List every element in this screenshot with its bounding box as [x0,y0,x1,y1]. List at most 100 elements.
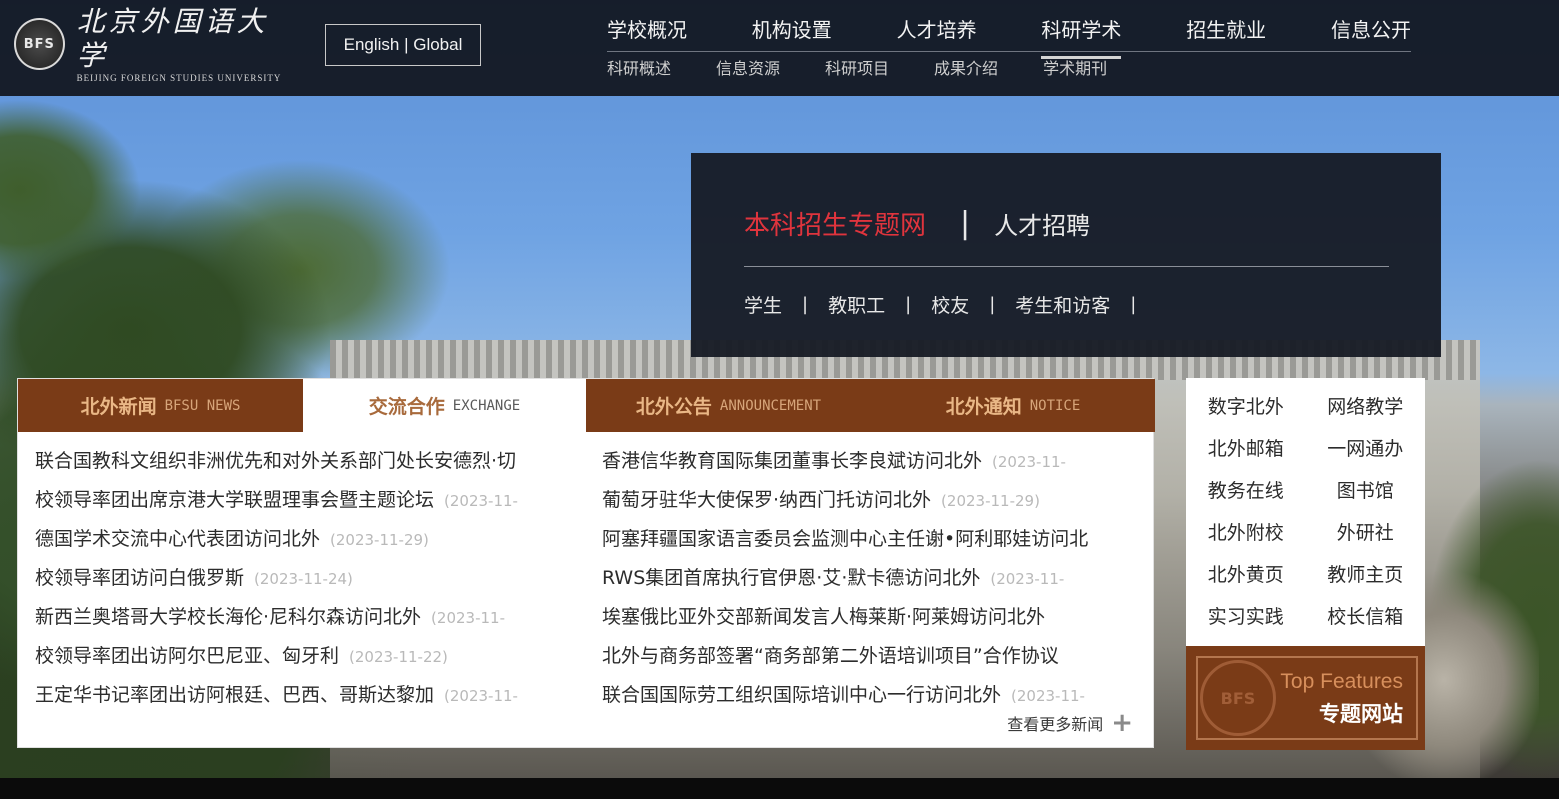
quick-access-box: 本科招生专题网 | 人才招聘 学生 | 教职工 | 校友 | 考生和访客 | [691,153,1441,357]
tab-label-en: EXCHANGE [452,397,521,414]
quick-access-top: 本科招生专题网 | 人才招聘 [744,205,1090,242]
logo-english-name: Beijing Foreign Studies University [76,73,282,83]
link-one-stop-service[interactable]: 一网通办 [1306,428,1426,470]
link-internship[interactable]: 实习实践 [1186,596,1306,638]
news-date: (2023-11-29) [330,531,429,549]
news-title: 联合国教科文组织非洲优先和对外关系部门处长安德烈·切 [35,450,517,472]
link-bfsu-mail[interactable]: 北外邮箱 [1186,428,1306,470]
main-nav: 学校概况 机构设置 人才培养 科研学术 招生就业 信息公开 [607,16,1411,59]
subnav-research-projects[interactable]: 科研项目 [825,58,889,82]
news-item[interactable]: 北外与商务部签署“商务部第二外语培训项目”合作协议 [602,639,1142,678]
news-item[interactable]: 香港信华教育国际集团董事长李良斌访问北外 (2023-11- [602,444,1142,483]
news-title: 葡萄牙驻华大使保罗·纳西门托访问北外 [602,489,932,511]
nav-item-research[interactable]: 科研学术 [1041,16,1122,59]
news-item[interactable]: 葡萄牙驻华大使保罗·纳西门托访问北外 (2023-11-29) [602,483,1142,522]
nav-item-organization[interactable]: 机构设置 [752,16,832,51]
news-title: 校领导率团访问白俄罗斯 [35,567,245,589]
tab-bfsu-news[interactable]: 北外新闻 BFSU NEWS [18,379,303,432]
news-list-left: 联合国教科文组织非洲优先和对外关系部门处长安德烈·切 校领导率团出席京港大学联盟… [35,444,571,717]
features-title-cn: 专题网站 [1319,702,1403,726]
page-bottom-strip [0,778,1559,799]
subnav-academic-journals[interactable]: 学术期刊 [1043,58,1107,82]
tab-notice[interactable]: 北外通知 NOTICE [871,379,1155,432]
top-features-banner[interactable]: BFS Top Features 专题网站 [1186,646,1425,750]
news-item[interactable]: 新西兰奥塔哥大学校长海伦·尼科尔森访问北外 (2023-11- [35,600,571,639]
news-panel: 北外新闻 BFSU NEWS 交流合作 EXCHANGE 北外公告 ANNOUN… [17,378,1155,748]
university-logo[interactable]: BFS 北京外国语大学 Beijing Foreign Studies Univ… [14,5,294,83]
news-title: 联合国国际劳工组织国际培训中心一行访问北外 [602,684,1002,706]
nav-item-public-info[interactable]: 信息公开 [1331,16,1411,51]
undergrad-admission-link[interactable]: 本科招生专题网 [744,205,926,242]
news-title: 香港信华教育国际集团董事长李良斌访问北外 [602,450,983,472]
separator: | [1130,294,1137,315]
news-item[interactable]: 校领导率团访问白俄罗斯 (2023-11-24) [35,561,571,600]
news-list-right: 香港信华教育国际集团董事长李良斌访问北外 (2023-11- 葡萄牙驻华大使保罗·… [602,444,1142,717]
news-title: 新西兰奥塔哥大学校长海伦·尼科尔森访问北外 [35,606,422,628]
news-item[interactable]: 王定华书记率团出访阿根廷、巴西、哥斯达黎加 (2023-11- [35,678,571,717]
audience-alumni[interactable]: 校友 [931,291,969,318]
quick-links-grid: 数字北外 网络教学 北外邮箱 一网通办 教务在线 图书馆 北外附校 外研社 北外… [1186,386,1425,638]
news-title: 北外与商务部签署“商务部第二外语培训项目”合作协议 [602,645,1059,667]
more-news-label: 查看更多新闻 [1007,715,1104,734]
subnav-information-resources[interactable]: 信息资源 [716,58,780,82]
news-date: (2023-11- [444,687,518,705]
link-yellow-pages[interactable]: 北外黄页 [1186,554,1306,596]
audience-students[interactable]: 学生 [744,291,782,318]
link-affiliated-school[interactable]: 北外附校 [1186,512,1306,554]
talent-recruitment-link[interactable]: 人才招聘 [994,206,1090,241]
english-global-button[interactable]: English | Global [325,24,481,66]
news-title: 阿塞拜疆国家语言委员会监测中心主任谢•阿利耶娃访问北 [602,528,1089,550]
news-item[interactable]: 校领导率团出访阿尔巴尼亚、匈牙利 (2023-11-22) [35,639,571,678]
link-digital-bfsu[interactable]: 数字北外 [1186,386,1306,428]
tab-label-en: ANNOUNCEMENT [719,397,822,414]
tab-label-cn: 北外公告 [635,396,712,418]
news-date: (2023-11- [1011,687,1085,705]
tab-announcement[interactable]: 北外公告 ANNOUNCEMENT [586,379,871,432]
quick-links-panel: 数字北外 网络教学 北外邮箱 一网通办 教务在线 图书馆 北外附校 外研社 北外… [1186,378,1425,646]
plus-icon: + [1111,708,1133,738]
news-date: (2023-11- [990,570,1065,588]
news-item[interactable]: 埃塞俄比亚外交部新闻发言人梅莱斯·阿莱姆访问北外 [602,600,1142,639]
news-title: RWS集团首席执行官伊恩·艾·默卡德访问北外 [602,567,981,589]
news-date: (2023-11- [431,609,505,627]
news-item[interactable]: 德国学术交流中心代表团访问北外 (2023-11-29) [35,522,571,561]
link-fltrp[interactable]: 外研社 [1306,512,1426,554]
news-item[interactable]: RWS集团首席执行官伊恩·艾·默卡德访问北外 (2023-11- [602,561,1142,600]
news-title: 王定华书记率团出访阿根廷、巴西、哥斯达黎加 [35,684,435,706]
news-title: 埃塞俄比亚外交部新闻发言人梅莱斯·阿莱姆访问北外 [602,606,1046,628]
tab-label-cn: 交流合作 [368,396,445,418]
audience-staff[interactable]: 教职工 [828,291,885,318]
subnav-achievements[interactable]: 成果介绍 [934,58,998,82]
audience-links: 学生 | 教职工 | 校友 | 考生和访客 | [744,291,1156,318]
news-title: 德国学术交流中心代表团访问北外 [35,528,321,550]
news-title: 校领导率团出席京港大学联盟理事会暨主题论坛 [35,489,435,511]
subnav-research-overview[interactable]: 科研概述 [607,58,671,82]
link-online-teaching[interactable]: 网络教学 [1306,386,1426,428]
separator: | [989,294,996,315]
news-date: (2023-11-22) [349,648,448,666]
news-date: (2023-11- [444,492,518,510]
link-president-mailbox[interactable]: 校长信箱 [1306,596,1426,638]
news-item[interactable]: 校领导率团出席京港大学联盟理事会暨主题论坛 (2023-11- [35,483,571,522]
separator: | [802,294,809,315]
more-news-link[interactable]: 查看更多新闻 + [1007,708,1133,738]
separator: | [905,294,912,315]
university-seal-icon: BFS [1200,660,1276,736]
audience-visitors[interactable]: 考生和访客 [1015,291,1110,318]
research-sub-nav: 科研概述 信息资源 科研项目 成果介绍 学术期刊 [607,58,1152,82]
features-title-en: Top Features [1280,670,1403,693]
news-title: 校领导率团出访阿尔巴尼亚、匈牙利 [35,645,340,667]
tab-label-cn: 北外通知 [945,396,1022,418]
link-library[interactable]: 图书馆 [1306,470,1426,512]
divider-line [744,266,1389,267]
nav-item-education[interactable]: 人才培养 [897,16,977,51]
nav-item-school-overview[interactable]: 学校概况 [607,16,687,51]
news-item[interactable]: 阿塞拜疆国家语言委员会监测中心主任谢•阿利耶娃访问北 [602,522,1142,561]
link-faculty-homepages[interactable]: 教师主页 [1306,554,1426,596]
news-item[interactable]: 联合国教科文组织非洲优先和对外关系部门处长安德烈·切 [35,444,571,483]
logo-chinese-name: 北京外国语大学 [76,5,269,72]
nav-item-admissions-careers[interactable]: 招生就业 [1186,16,1266,51]
tab-exchange[interactable]: 交流合作 EXCHANGE [303,379,586,432]
link-academic-affairs[interactable]: 教务在线 [1186,470,1306,512]
tab-label-en: BFSU NEWS [164,397,241,414]
